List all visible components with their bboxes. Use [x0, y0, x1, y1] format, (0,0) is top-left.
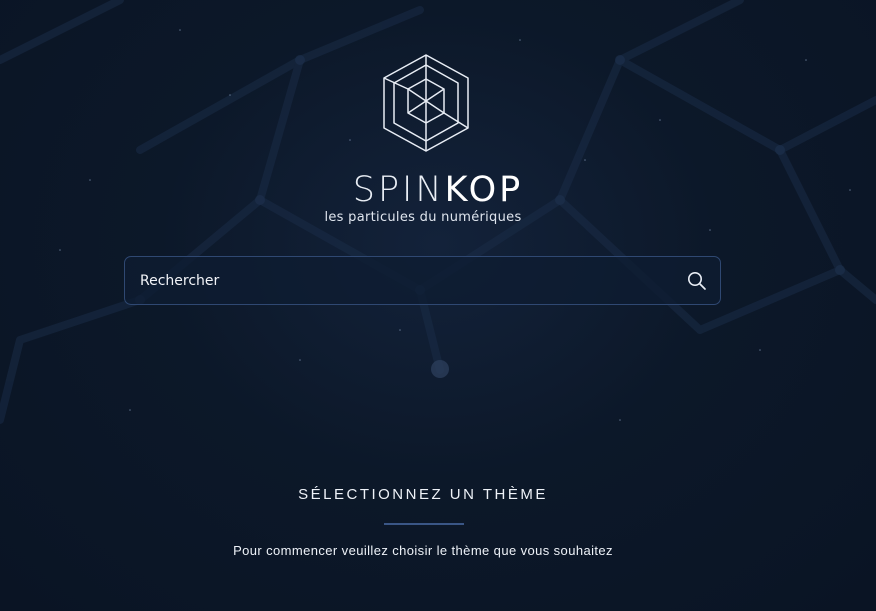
theme-instruction: Pour commencer veuillez choisir le thème…	[233, 543, 613, 558]
search-bar	[124, 256, 721, 305]
search-button[interactable]	[684, 268, 710, 294]
brand-name: SPINKOP	[0, 170, 876, 210]
search-input[interactable]	[138, 257, 672, 305]
brand-name-bold: KOP	[444, 170, 524, 210]
brand-name-light: SPIN	[352, 170, 445, 210]
section-divider	[384, 523, 464, 525]
search-icon	[688, 272, 706, 290]
spinkop-logo	[383, 54, 469, 152]
theme-section-title: SÉLECTIONNEZ UN THÈME	[298, 486, 548, 503]
brand-tagline: les particules du numériques	[324, 210, 522, 225]
